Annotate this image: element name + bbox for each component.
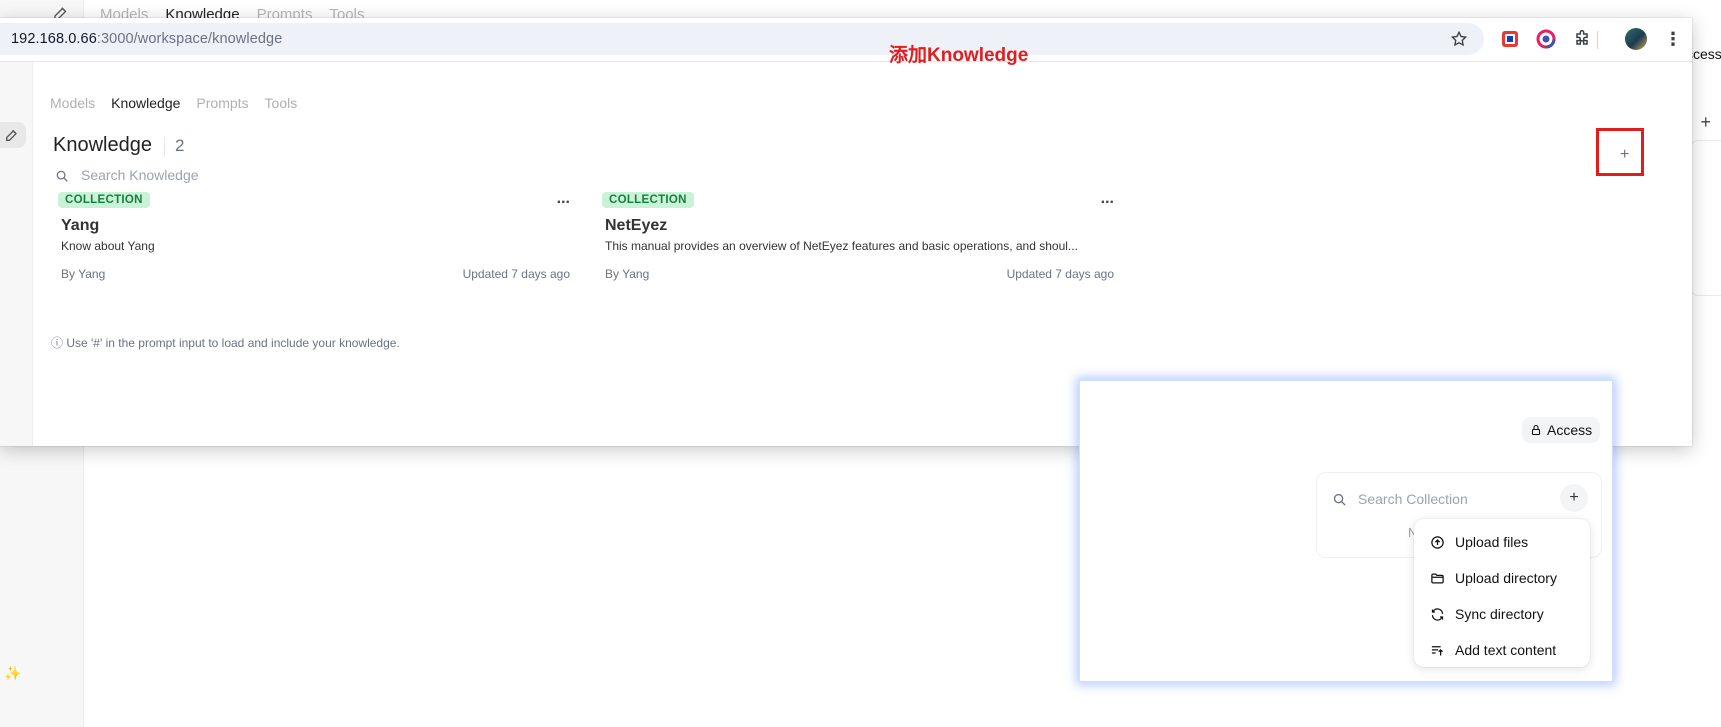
info-note: ⓘ Use '#' in the prompt input to load an…	[51, 336, 400, 350]
card-name: NetEyez	[605, 217, 668, 234]
menu-item-label: Upload directory	[1455, 570, 1557, 586]
extension-color-icon[interactable]	[1536, 29, 1556, 49]
search-input[interactable]	[81, 162, 681, 188]
page-title: Knowledge	[53, 134, 152, 156]
menu-item-add-text-content[interactable]: Add text content	[1414, 633, 1590, 667]
extension-red-icon[interactable]	[1500, 29, 1520, 49]
sparkle-icon[interactable]: ✨	[4, 665, 21, 682]
tab-prompts[interactable]: Prompts	[196, 95, 248, 111]
bg-plus-icon: +	[1700, 112, 1711, 132]
tab-tools[interactable]: Tools	[265, 95, 298, 111]
browser-menu-icon[interactable]: ⋮	[1664, 26, 1682, 52]
add-content-button[interactable]: +	[1560, 484, 1588, 512]
zoom-inset-panel: Access + N Upload files Upload directory…	[1079, 380, 1613, 682]
card-menu-button[interactable]: ...	[557, 190, 570, 208]
menu-item-label: Add text content	[1455, 642, 1557, 658]
knowledge-card[interactable]: COLLECTION ... Yang Know about Yang By Y…	[58, 190, 570, 292]
card-description: This manual provides an overview of NetE…	[605, 239, 1078, 253]
add-content-menu: Upload files Upload directory Sync direc…	[1414, 519, 1590, 667]
profile-avatar[interactable]	[1625, 28, 1647, 50]
upload-circle-icon	[1431, 535, 1444, 549]
url-host: 192.168.0.66	[11, 31, 97, 47]
bookmark-star-icon[interactable]	[1450, 30, 1468, 48]
title-divider	[164, 137, 165, 157]
bg-right-card	[1689, 140, 1721, 296]
card-updated: Updated 7 days ago	[462, 267, 570, 281]
card-author: By Yang	[61, 267, 106, 281]
lock-icon	[1531, 424, 1541, 436]
new-chat-button[interactable]	[0, 122, 26, 148]
card-updated: Updated 7 days ago	[1006, 267, 1114, 281]
search-icon	[56, 170, 68, 182]
tab-models[interactable]: Models	[50, 95, 95, 111]
card-author: By Yang	[605, 267, 650, 281]
menu-item-upload-files[interactable]: Upload files	[1414, 525, 1590, 559]
url-text: 192.168.0.66:3000/workspace/knowledge	[11, 31, 282, 47]
browser-toolbar: 192.168.0.66:3000/workspace/knowledge ⋮	[0, 18, 1692, 62]
search-icon	[1333, 493, 1346, 506]
card-description: Know about Yang	[61, 239, 155, 253]
knowledge-card[interactable]: COLLECTION ... NetEyez This manual provi…	[602, 190, 1114, 292]
access-button[interactable]: Access	[1522, 417, 1601, 443]
text-add-icon	[1431, 645, 1443, 655]
menu-item-label: Sync directory	[1455, 606, 1544, 622]
toolbar-separator	[1597, 31, 1598, 49]
folder-icon	[1431, 573, 1444, 583]
menu-item-upload-directory[interactable]: Upload directory	[1414, 561, 1590, 595]
collection-badge: COLLECTION	[58, 192, 150, 208]
access-label: Access	[1547, 422, 1593, 438]
workspace-tabs: Models Knowledge Prompts Tools	[50, 95, 297, 111]
add-knowledge-button[interactable]: +	[1620, 146, 1629, 164]
extensions-puzzle-icon[interactable]	[1572, 29, 1592, 49]
knowledge-count: 2	[175, 136, 185, 155]
app-sidebar	[0, 62, 33, 446]
collection-search-input[interactable]	[1358, 485, 1538, 513]
menu-item-label: Upload files	[1455, 534, 1529, 550]
collection-badge: COLLECTION	[602, 192, 694, 208]
menu-item-sync-directory[interactable]: Sync directory	[1414, 597, 1590, 631]
tab-knowledge[interactable]: Knowledge	[111, 95, 180, 111]
sync-icon	[1431, 607, 1444, 621]
card-name: Yang	[61, 217, 100, 234]
edit-icon	[6, 129, 17, 141]
url-path: :3000/workspace/knowledge	[96, 31, 283, 47]
address-bar[interactable]: 192.168.0.66:3000/workspace/knowledge	[0, 23, 1484, 55]
card-menu-button[interactable]: ...	[1101, 190, 1114, 208]
